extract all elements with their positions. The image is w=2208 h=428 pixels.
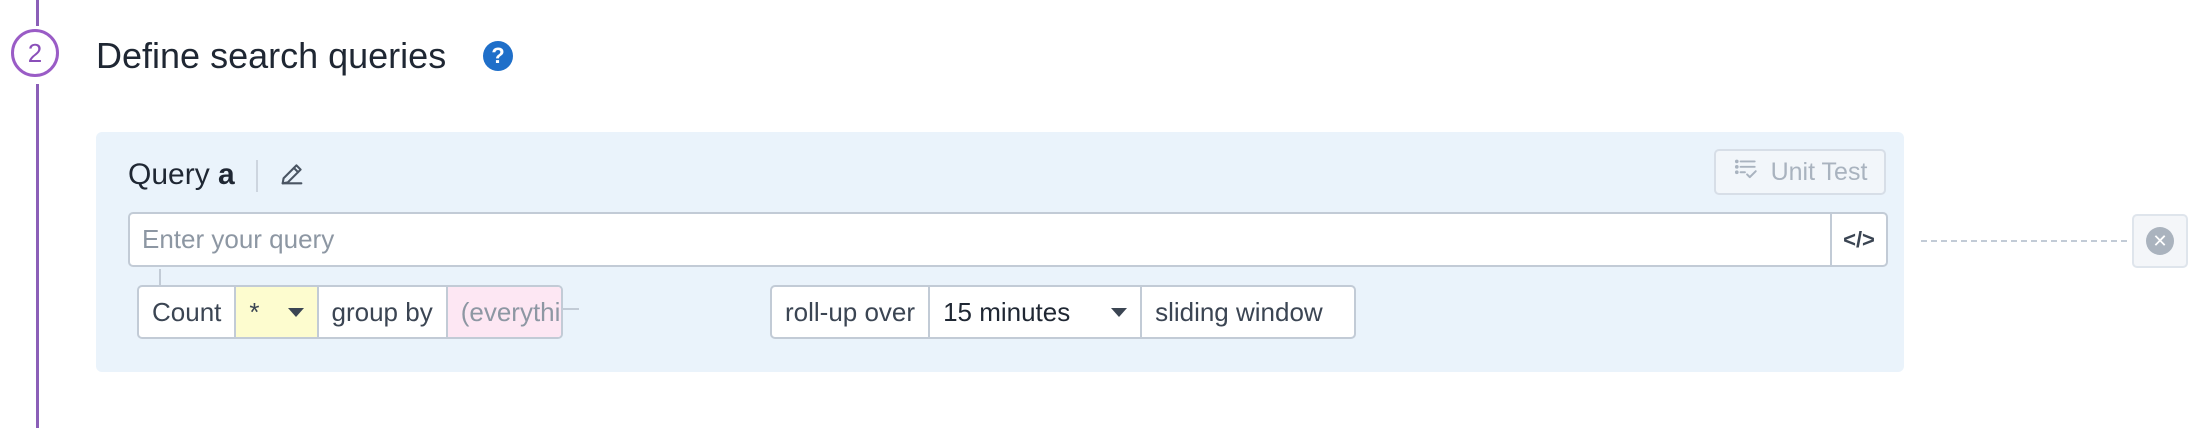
query-title: Query a	[128, 154, 235, 196]
chevron-down-icon	[1111, 307, 1128, 317]
aggregation-function-label: Count	[152, 296, 222, 327]
window-type-label[interactable]: sliding window	[1140, 287, 1354, 337]
pencil-icon[interactable]	[274, 156, 310, 192]
title-divider	[256, 160, 258, 192]
chevron-down-icon	[287, 307, 304, 317]
group-by-text: group by	[331, 296, 433, 327]
unit-test-button[interactable]: Unit Test	[1714, 149, 1886, 195]
rollup-label: roll-up over	[772, 287, 928, 337]
rollup-group: roll-up over 15 minutes sliding window	[770, 285, 1356, 339]
aggregation-function[interactable]: Count	[139, 287, 234, 337]
rollup-interval-dropdown[interactable]: 15 minutes	[928, 287, 1140, 337]
segment-connector	[563, 308, 579, 310]
query-panel: Query a Unit Test Enter your query </> C…	[96, 132, 1904, 372]
timeline-line	[36, 0, 39, 26]
code-toggle-button[interactable]: </>	[1830, 214, 1886, 265]
rollup-interval-value: 15 minutes	[943, 296, 1071, 327]
window-type-text: sliding window	[1155, 296, 1323, 327]
measure-value: *	[249, 296, 260, 327]
unit-test-label: Unit Test	[1770, 157, 1868, 186]
aggregation-group: Count * group by (everything)	[137, 285, 563, 339]
code-icon: </>	[1843, 226, 1875, 252]
step-number-badge: 2	[11, 29, 59, 77]
measure-dropdown[interactable]: *	[234, 287, 317, 337]
section-title: Define search queries	[96, 35, 447, 76]
dashed-connector	[1921, 240, 2127, 242]
query-letter: a	[218, 158, 235, 191]
close-circle-icon: ✕	[2146, 227, 2174, 255]
page: 2 Define search queries ? Query a Unit T…	[0, 0, 2208, 428]
list-check-icon	[1733, 156, 1759, 189]
question-circle-icon[interactable]: ?	[483, 41, 513, 71]
group-by-label: group by	[316, 287, 446, 337]
remove-query-button[interactable]: ✕	[2132, 214, 2188, 268]
group-by-dropdown[interactable]: (everything)	[445, 287, 561, 337]
query-label: Query	[128, 158, 210, 191]
rollup-text: roll-up over	[785, 296, 916, 327]
step-number: 2	[27, 37, 43, 68]
query-input-container: </>	[128, 212, 1888, 267]
query-input[interactable]	[130, 214, 1830, 265]
timeline-line	[36, 84, 39, 428]
group-by-value: (everything)	[460, 296, 561, 327]
